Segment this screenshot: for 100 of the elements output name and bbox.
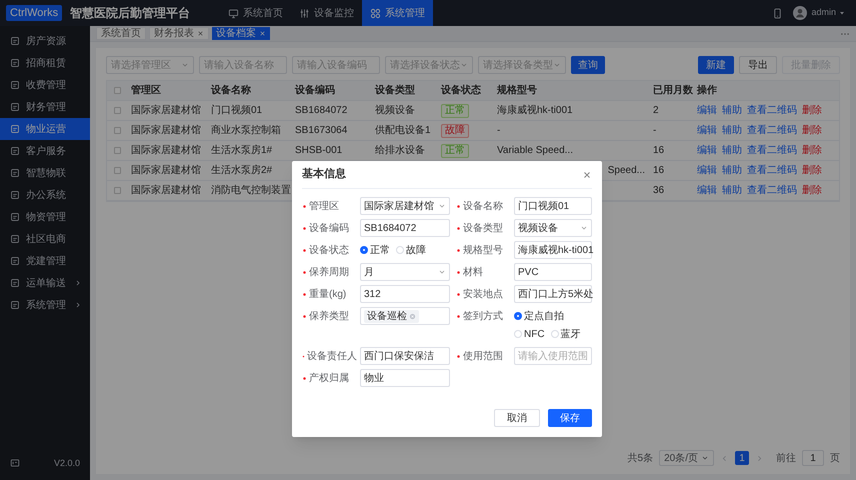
radio-option[interactable]: 正常 — [360, 241, 390, 259]
select-field[interactable]: 月 — [360, 263, 450, 281]
chevron-icon — [701, 454, 709, 462]
sidebar-item[interactable]: 社区电商 — [0, 228, 90, 250]
chevron-icon — [460, 61, 468, 69]
collapse-icon[interactable] — [10, 458, 20, 468]
select-field[interactable]: 视频设备 — [514, 219, 592, 237]
action-link[interactable]: 辅助 — [722, 103, 742, 118]
cancel-button[interactable]: 取消 — [494, 409, 540, 427]
sidebar-item[interactable]: 财务管理 — [0, 96, 90, 118]
avatar-icon[interactable] — [793, 6, 808, 20]
tag-chip[interactable]: 设备巡检 — [364, 310, 419, 322]
action-link[interactable]: 辅助 — [722, 123, 742, 138]
toolbar-button[interactable]: 新建 — [698, 56, 734, 74]
field-label: 设备状态 — [309, 244, 349, 258]
nav-tab[interactable]: 系统首页 — [220, 0, 292, 26]
action-link[interactable]: 查看二维码 — [747, 123, 797, 138]
input-field[interactable]: 海康威视hk-ti001 — [514, 241, 592, 259]
input-field[interactable]: PVC — [514, 263, 592, 281]
select-all-checkbox[interactable] — [114, 87, 120, 94]
field-label: 产权归属 — [309, 372, 349, 386]
table-cell-text: SHSB-001 — [295, 144, 342, 158]
total-count: 共5条 — [628, 452, 654, 466]
user-name[interactable]: admin — [811, 6, 836, 20]
action-link[interactable]: 编辑 — [697, 103, 717, 118]
action-link[interactable]: 编辑 — [697, 123, 717, 138]
grid-icon — [370, 8, 382, 18]
action-link[interactable]: 辅助 — [722, 163, 742, 178]
sidebar-item[interactable]: 客户服务 — [0, 140, 90, 162]
sidebar-item[interactable]: 运单输送 — [0, 272, 90, 294]
sidebar-item[interactable]: 智慧物联 — [0, 162, 90, 184]
sidebar-item[interactable]: 物业运营 — [0, 118, 90, 140]
input-field[interactable]: 西门口上方5米处 — [514, 285, 592, 303]
remove-icon[interactable] — [409, 312, 416, 320]
action-link[interactable]: 辅助 — [722, 183, 742, 198]
caret-icon[interactable] — [838, 9, 846, 17]
page-size-select[interactable]: 20条/页 — [659, 450, 714, 466]
version-label: V2.0.0 — [54, 456, 80, 470]
delete-link[interactable]: 删除 — [802, 163, 822, 178]
delete-link[interactable]: 删除 — [802, 183, 822, 198]
action-link[interactable]: 辅助 — [722, 143, 742, 158]
monitor-icon — [228, 8, 240, 18]
input-field[interactable]: 西门口保安保洁 — [360, 347, 450, 365]
sidebar-item[interactable]: 党建管理 — [0, 250, 90, 272]
save-button[interactable]: 保存 — [548, 409, 592, 427]
delete-link[interactable]: 删除 — [802, 103, 822, 118]
row-checkbox[interactable] — [114, 107, 120, 114]
action-link[interactable]: 编辑 — [697, 143, 717, 158]
action-link[interactable]: 查看二维码 — [747, 143, 797, 158]
toolbar-button[interactable]: 导出 — [739, 56, 777, 74]
radio-option[interactable]: NFC — [514, 325, 545, 343]
app-title: 智慧医院后勤管理平台 — [70, 5, 190, 22]
table-cell-text: 商业水泵控制箱 — [211, 124, 281, 138]
input-field[interactable]: 门口视频01 — [514, 197, 592, 215]
page-tab[interactable]: 系统首页 — [96, 27, 146, 40]
input-field[interactable]: 物业 — [360, 369, 450, 387]
sliders-icon — [299, 8, 310, 18]
search-button[interactable]: 查询 — [571, 56, 605, 74]
sidebar-item[interactable]: 物资管理 — [0, 206, 90, 228]
page-tab[interactable]: 财务报表 — [149, 27, 209, 40]
tag-select-field[interactable]: 设备巡检 — [360, 307, 450, 325]
goto-label: 前往 — [776, 452, 796, 466]
close-icon[interactable] — [197, 30, 204, 37]
column-header: 操作 — [696, 84, 718, 98]
status-tag: 正常 — [441, 144, 469, 158]
action-link[interactable]: 查看二维码 — [747, 163, 797, 178]
action-link[interactable]: 查看二维码 — [747, 183, 797, 198]
sidebar-item[interactable]: 收费管理 — [0, 74, 90, 96]
close-icon[interactable] — [582, 170, 592, 180]
delete-link[interactable]: 删除 — [802, 143, 822, 158]
nav-tab[interactable]: 设备监控 — [291, 0, 362, 26]
input-field[interactable]: 312 — [360, 285, 450, 303]
page-input[interactable]: 1 — [802, 450, 824, 466]
table-cell-text: 供配电设备1 — [375, 124, 431, 138]
table-cell-text: 36 — [653, 184, 664, 198]
sidebar-item[interactable]: 房产资源 — [0, 30, 90, 52]
sidebar-item[interactable]: 系统管理 — [0, 294, 90, 316]
sidebar-item[interactable]: 招商租赁 — [0, 52, 90, 74]
row-checkbox[interactable] — [114, 127, 120, 134]
row-checkbox[interactable] — [114, 147, 120, 154]
action-link[interactable]: 查看二维码 — [747, 103, 797, 118]
input-field[interactable]: SB1684072 — [360, 219, 450, 237]
row-checkbox[interactable] — [114, 187, 120, 194]
page-tab[interactable]: 设备档案 — [212, 27, 270, 40]
radio-option[interactable]: 定点自拍 — [514, 307, 564, 325]
field-label: 设备责任人 — [307, 350, 357, 364]
action-link[interactable]: 编辑 — [697, 183, 717, 198]
page-button[interactable]: 1 — [735, 451, 749, 465]
page-suffix: 页 — [830, 452, 840, 466]
delete-link[interactable]: 删除 — [802, 123, 822, 138]
radio-option[interactable]: 蓝牙 — [550, 325, 581, 343]
action-link[interactable]: 编辑 — [697, 163, 717, 178]
input-field[interactable]: 请输入使用范围 — [514, 347, 592, 365]
select-field[interactable]: 国际家居建材馆 — [360, 197, 450, 215]
row-checkbox[interactable] — [114, 167, 120, 174]
nav-tab[interactable]: 系统管理 — [362, 0, 434, 26]
phone-icon[interactable] — [772, 8, 784, 18]
sidebar-item[interactable]: 办公系统 — [0, 184, 90, 206]
field-label: 重量(kg) — [309, 288, 346, 302]
radio-option[interactable]: 故障 — [396, 241, 426, 259]
